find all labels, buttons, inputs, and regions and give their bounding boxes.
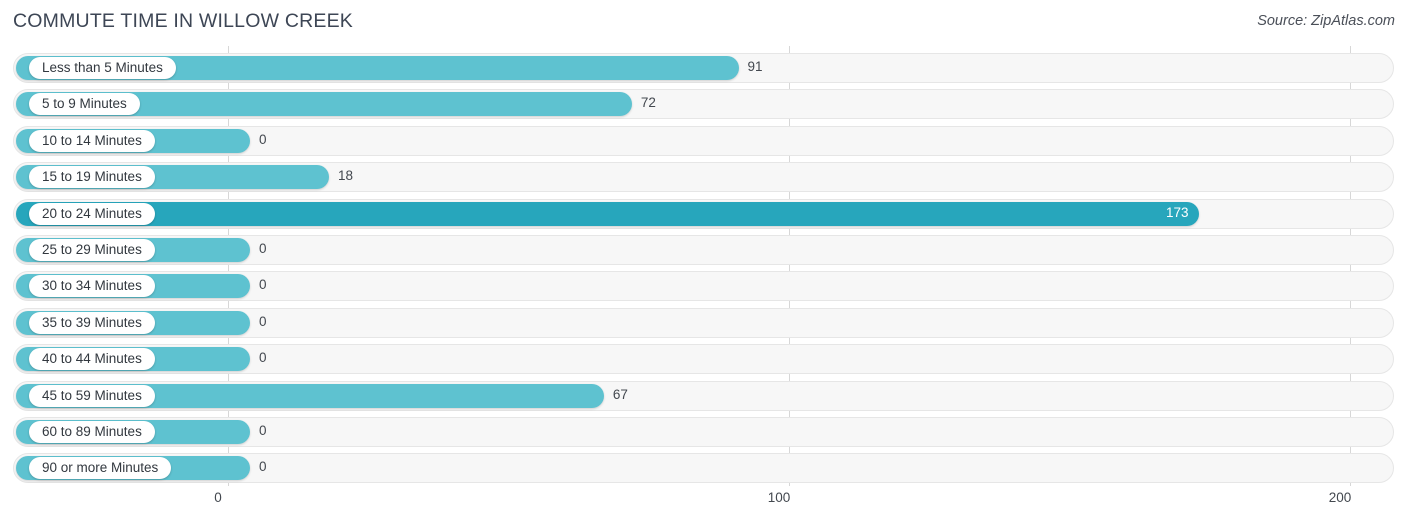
bar-row[interactable]: 20 to 24 Minutes 173 <box>13 198 1394 229</box>
bar-category-label: 45 to 59 Minutes <box>29 384 155 407</box>
bar-value-label: 0 <box>259 350 267 366</box>
chart-plot-area: Less than 5 Minutes 91 5 to 9 Minutes 72 10 … <box>0 46 1406 486</box>
bar-category-label: 35 to 39 Minutes <box>29 311 155 334</box>
x-axis: 0 100 200 <box>0 486 1406 523</box>
bar-category-label: 90 or more Minutes <box>29 457 172 480</box>
bar-value-label: 0 <box>259 131 267 147</box>
bar-category-label: 25 to 29 Minutes <box>29 239 155 261</box>
bar-row[interactable]: 15 to 19 Minutes 18 <box>13 162 1394 193</box>
bar-category-label: 15 to 19 Minutes <box>29 166 155 189</box>
bar-row[interactable]: 45 to 59 Minutes 67 <box>13 380 1394 411</box>
x-tick-label: 200 <box>1328 490 1352 505</box>
bar-row[interactable]: Less than 5 Minutes 91 <box>13 53 1394 83</box>
x-tick-label: 100 <box>767 490 791 505</box>
source-attribution: Source: ZipAtlas.com <box>1257 13 1395 29</box>
bar-value-label: 91 <box>747 59 763 74</box>
bar-value-label: 67 <box>612 386 628 402</box>
bar-value-label: 18 <box>337 168 353 184</box>
bar-value-label: 0 <box>259 277 267 293</box>
bar-category-label: 60 to 89 Minutes <box>29 421 155 443</box>
bar-row[interactable]: 5 to 9 Minutes 72 <box>13 89 1394 120</box>
bar-row[interactable]: 90 or more Minutes 0 <box>13 453 1394 484</box>
bar-category-label: 40 to 44 Minutes <box>29 348 155 371</box>
bar <box>16 201 1199 226</box>
bar-category-label: 5 to 9 Minutes <box>29 93 140 116</box>
bar-row[interactable]: 25 to 29 Minutes 0 <box>13 235 1394 265</box>
page-title: COMMUTE TIME IN WILLOW CREEK <box>13 10 354 32</box>
bar-category-label: Less than 5 Minutes <box>29 57 176 79</box>
bar-row[interactable]: 60 to 89 Minutes 0 <box>13 417 1394 447</box>
x-tick-label: 0 <box>214 490 222 505</box>
bar-value-label: 0 <box>259 241 267 256</box>
bar-value-label: 173 <box>1165 204 1189 220</box>
bar-row[interactable]: 30 to 34 Minutes 0 <box>13 271 1394 302</box>
bar-category-label: 30 to 34 Minutes <box>29 275 155 298</box>
bar-row[interactable]: 35 to 39 Minutes 0 <box>13 307 1394 338</box>
bar-category-label: 10 to 14 Minutes <box>29 129 155 152</box>
bar-value-label: 0 <box>259 423 267 438</box>
bar-value-label: 72 <box>640 95 656 111</box>
bar-category-label: 20 to 24 Minutes <box>29 202 155 225</box>
chart-header: COMMUTE TIME IN WILLOW CREEK Source: Zip… <box>0 0 1406 46</box>
bar-value-label: 0 <box>259 459 267 475</box>
bar-row[interactable]: 40 to 44 Minutes 0 <box>13 344 1394 375</box>
bar-row[interactable]: 10 to 14 Minutes 0 <box>13 125 1394 156</box>
bar-value-label: 0 <box>259 313 267 329</box>
